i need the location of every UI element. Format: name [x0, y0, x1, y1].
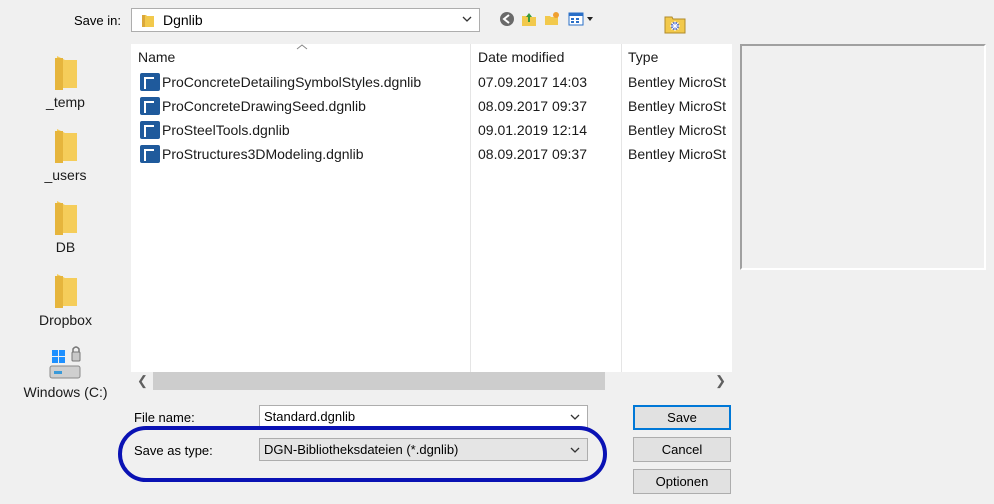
chevron-down-icon[interactable]	[569, 411, 581, 423]
column-header-type[interactable]: Type	[628, 49, 658, 65]
file-date: 09.01.2019 12:14	[478, 122, 587, 138]
file-name: ProConcreteDetailingSymbolStyles.dgnlib	[162, 74, 422, 90]
folder-icon	[54, 274, 77, 308]
place-item-temp[interactable]: _temp	[8, 54, 123, 110]
file-name-input[interactable]: Standard.dgnlib	[259, 405, 588, 428]
scroll-right-icon[interactable]: ❯	[715, 373, 726, 389]
file-name: ProSteelTools.dgnlib	[162, 122, 290, 138]
place-item-db[interactable]: DB	[8, 199, 123, 255]
dgnlib-file-icon	[140, 97, 160, 115]
place-item-dropbox[interactable]: Dropbox	[8, 272, 123, 328]
file-type: Bentley MicroSt	[628, 74, 727, 90]
dgnlib-file-icon	[140, 73, 160, 91]
file-name-value: Standard.dgnlib	[264, 409, 356, 424]
project-folder-icon[interactable]	[664, 14, 686, 34]
file-date: 07.09.2017 14:03	[478, 74, 587, 90]
list-item[interactable]: ProConcreteDetailingSymbolStyles.dgnlib …	[131, 70, 732, 94]
back-icon[interactable]	[498, 10, 516, 28]
list-item[interactable]: ProStructures3DModeling.dgnlib 08.09.201…	[131, 142, 732, 166]
column-header-date[interactable]: Date modified	[478, 49, 564, 65]
list-item[interactable]: ProConcreteDrawingSeed.dgnlib 08.09.2017…	[131, 94, 732, 118]
list-item[interactable]: ProSteelTools.dgnlib 09.01.2019 12:14 Be…	[131, 118, 732, 142]
place-item-windows-c[interactable]: Windows (C:)	[8, 344, 123, 400]
dgnlib-file-icon	[140, 145, 160, 163]
new-folder-icon[interactable]	[543, 10, 561, 28]
place-item-users[interactable]: _users	[8, 127, 123, 183]
save-in-label: Save in:	[74, 13, 121, 28]
place-label: Dropbox	[39, 312, 92, 328]
file-date: 08.09.2017 09:37	[478, 146, 587, 162]
file-list[interactable]: Name Date modified Type ProConcreteDetai…	[131, 44, 732, 390]
preview-pane	[740, 44, 986, 270]
file-type: Bentley MicroSt	[628, 98, 727, 114]
file-date: 08.09.2017 09:37	[478, 98, 587, 114]
place-label: _users	[44, 167, 87, 183]
file-name-label: File name:	[134, 410, 195, 425]
horizontal-scrollbar[interactable]: ❮ ❯	[131, 372, 732, 390]
folder-icon	[142, 15, 154, 27]
folder-icon	[54, 201, 77, 235]
highlight-ellipse	[118, 426, 607, 482]
places-bar: _temp _users DB Dropbox Windows (C:)	[8, 44, 123, 458]
file-name: ProConcreteDrawingSeed.dgnlib	[162, 98, 366, 114]
sort-ascending-icon	[296, 44, 308, 50]
column-header-name[interactable]: Name	[138, 49, 175, 65]
folder-icon	[54, 129, 77, 163]
drive-icon	[49, 346, 80, 379]
up-folder-icon[interactable]	[520, 10, 538, 28]
place-label: Windows (C:)	[23, 384, 108, 400]
scrollbar-thumb[interactable]	[153, 372, 605, 390]
file-type: Bentley MicroSt	[628, 122, 727, 138]
save-in-folder-value: Dgnlib	[163, 12, 203, 28]
scroll-left-icon[interactable]: ❮	[137, 373, 148, 389]
save-button[interactable]: Save	[633, 405, 731, 430]
dgnlib-file-icon	[140, 121, 160, 139]
folder-icon	[54, 56, 77, 90]
place-label: _temp	[46, 94, 85, 110]
file-name: ProStructures3DModeling.dgnlib	[162, 146, 364, 162]
file-type: Bentley MicroSt	[628, 146, 727, 162]
save-in-folder-combo[interactable]: Dgnlib	[131, 8, 480, 32]
options-button[interactable]: Optionen	[633, 469, 731, 494]
view-menu-icon[interactable]	[567, 10, 597, 28]
cancel-button[interactable]: Cancel	[633, 437, 731, 462]
chevron-down-icon[interactable]	[461, 13, 473, 25]
place-label: DB	[55, 239, 76, 255]
